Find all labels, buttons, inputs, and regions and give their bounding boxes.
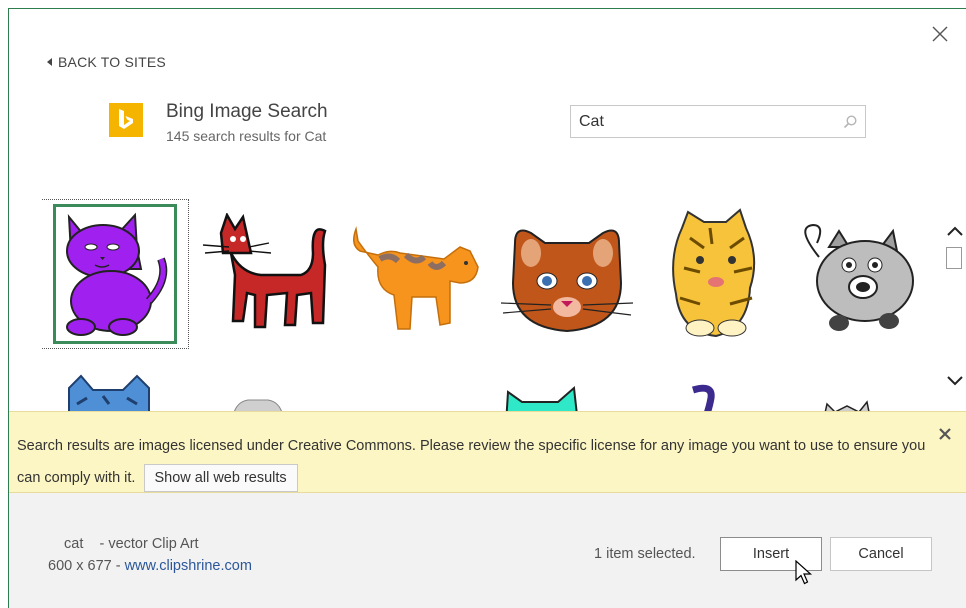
image-result-purple-tail[interactable]	[682, 381, 722, 415]
red-cat-image	[202, 213, 327, 329]
image-result-brown-cat-face[interactable]	[497, 210, 637, 350]
back-arrow-icon	[47, 58, 52, 66]
purple-cat-image	[66, 212, 168, 336]
close-icon[interactable]	[929, 23, 951, 45]
bing-logo-icon	[109, 103, 143, 137]
cancel-button[interactable]: Cancel	[830, 537, 932, 571]
scrollbar-thumb[interactable]	[946, 247, 962, 269]
dialog-footer: cat - vector Clip Art 600 x 677 - www.cl…	[9, 493, 966, 608]
blue-cat-image	[68, 374, 150, 415]
image-result-yellow-cat[interactable]	[645, 205, 785, 345]
back-to-sites-link[interactable]: BACK TO SITES	[47, 54, 166, 70]
image-result-blue-cat[interactable]	[58, 369, 158, 415]
search-box[interactable]	[570, 105, 866, 138]
selected-image-meta: 600 x 677 - www.clipshrine.com	[48, 558, 252, 574]
chevron-down-icon[interactable]	[945, 371, 965, 391]
image-dimensions: 600 x 677 -	[48, 558, 125, 574]
license-notice: Search results are images licensed under…	[17, 430, 937, 494]
orange-cat-image	[353, 226, 479, 330]
search-results-count: 145 search results for Cat	[166, 128, 327, 144]
search-input[interactable]	[571, 106, 835, 137]
selected-image-name: cat - vector Clip Art	[64, 536, 199, 552]
image-result-purple-cat[interactable]	[42, 199, 189, 349]
image-result-orange-cat[interactable]	[347, 207, 487, 347]
image-result-red-cat[interactable]	[198, 205, 338, 345]
selection-status: 1 item selected.	[594, 546, 696, 562]
close-icon[interactable]	[937, 426, 953, 442]
image-result-gray-cat[interactable]	[786, 207, 926, 347]
selection-frame	[53, 204, 177, 344]
show-all-web-results-button[interactable]: Show all web results	[143, 464, 298, 493]
back-to-sites-label: BACK TO SITES	[58, 54, 166, 70]
license-notice-bar: Search results are images licensed under…	[9, 411, 966, 493]
image-results-grid	[42, 195, 946, 415]
insert-button[interactable]: Insert	[720, 537, 822, 571]
search-provider-title: Bing Image Search	[166, 101, 328, 122]
gray-cat-image	[804, 223, 914, 331]
search-icon[interactable]	[835, 107, 865, 137]
image-source-link[interactable]: www.clipshrine.com	[125, 558, 252, 574]
chevron-up-icon[interactable]	[945, 221, 965, 241]
insert-pictures-dialog: BACK TO SITES Bing Image Search 145 sear…	[8, 8, 966, 608]
brown-cat-face-image	[501, 229, 633, 333]
image-result-teal-cat[interactable]	[497, 381, 587, 415]
yellow-cat-image	[672, 208, 756, 338]
